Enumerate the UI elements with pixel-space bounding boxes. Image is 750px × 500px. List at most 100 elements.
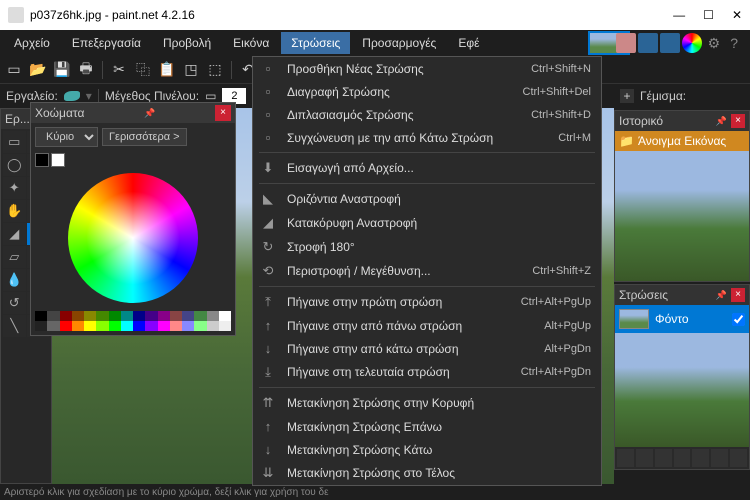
palette-swatch[interactable] [219, 321, 231, 331]
maximize-button[interactable]: ☐ [703, 8, 714, 22]
deselect-icon[interactable]: ⬚ [205, 60, 225, 80]
duplicate-layer-icon[interactable] [655, 449, 672, 467]
palette-swatch[interactable] [60, 311, 72, 321]
menu-item[interactable]: ▫Προσθήκη Νέας ΣτρώσηςCtrl+Shift+N [253, 57, 601, 80]
palette-swatch[interactable] [170, 311, 182, 321]
move-up-icon[interactable] [692, 449, 709, 467]
palette-swatch[interactable] [145, 321, 157, 331]
menu-Προσαρμογές[interactable]: Προσαρμογές [352, 32, 446, 54]
menu-item[interactable]: ⟲Περιστροφή / Μεγέθυνση...Ctrl+Shift+Z [253, 259, 601, 283]
menu-item[interactable]: ◢Κατακόρυφη Αναστροφή [253, 211, 601, 235]
layers-pin-icon[interactable]: 📌 [716, 290, 727, 301]
palette-swatch[interactable] [72, 321, 84, 331]
print-icon[interactable]: 🖶 [76, 60, 96, 80]
plus-icon[interactable]: + [620, 89, 634, 103]
palette-swatch[interactable] [207, 321, 219, 331]
more-button[interactable]: Γερισσότερα > [102, 128, 187, 146]
move-down-icon[interactable] [711, 449, 728, 467]
palette-swatch[interactable] [207, 311, 219, 321]
palette-swatch[interactable] [47, 321, 59, 331]
delete-layer-icon[interactable] [636, 449, 653, 467]
menu-Αρχείο[interactable]: Αρχείο [4, 32, 60, 54]
tool-picker[interactable]: 💧 [3, 269, 26, 291]
menu-item[interactable]: ▫Διπλασιασμός ΣτρώσηςCtrl+Shift+D [253, 103, 601, 126]
palette-swatch[interactable] [194, 321, 206, 331]
primary-color-swatch[interactable] [35, 153, 49, 167]
tool-recolor[interactable]: ↺ [3, 292, 26, 314]
tools-toggle-icon[interactable] [616, 33, 636, 53]
menu-item[interactable]: ▫Συγχώνευση με την από Κάτω ΣτρώσηCtrl+M [253, 126, 601, 149]
menu-item[interactable]: ⤒Πήγαινε στην πρώτη στρώσηCtrl+Alt+PgUp [253, 290, 601, 314]
palette-swatch[interactable] [35, 311, 47, 321]
menu-Επεξεργασία[interactable]: Επεξεργασία [62, 32, 151, 54]
tool-wand[interactable]: ✦ [3, 177, 26, 199]
layer-visibility-checkbox[interactable] [732, 313, 745, 326]
tool-gradient[interactable]: ◢ [3, 223, 26, 245]
tool-eraser[interactable]: ▱ [3, 246, 26, 268]
palette-swatch[interactable] [158, 311, 170, 321]
history-close[interactable]: × [731, 114, 745, 128]
tool-pan[interactable]: ✋ [3, 200, 26, 222]
color-mode-select[interactable]: Κύριο [35, 127, 98, 147]
colors-pin-icon[interactable]: 📌 [144, 108, 155, 119]
history-pin-icon[interactable]: 📌 [716, 116, 727, 127]
save-icon[interactable]: 💾 [52, 60, 72, 80]
palette-swatch[interactable] [96, 321, 108, 331]
layers-toggle-icon[interactable] [660, 33, 680, 53]
add-layer-icon[interactable] [617, 449, 634, 467]
layer-props-icon[interactable] [730, 449, 747, 467]
palette-swatch[interactable] [182, 321, 194, 331]
palette-swatch[interactable] [182, 311, 194, 321]
settings-icon[interactable]: ⚙ [708, 35, 721, 52]
palette-swatch[interactable] [109, 311, 121, 321]
menu-item[interactable]: ▫Διαγραφή ΣτρώσηςCtrl+Shift+Del [253, 80, 601, 103]
menu-item[interactable]: ⇊Μετακίνηση Στρώσης στο Τέλος [253, 461, 601, 485]
menu-Εικόνα[interactable]: Εικόνα [223, 32, 279, 54]
palette-swatch[interactable] [84, 321, 96, 331]
palette-swatch[interactable] [96, 311, 108, 321]
minimize-button[interactable]: — [673, 8, 685, 22]
tool-line[interactable]: ╲ [3, 315, 26, 337]
palette-swatch[interactable] [121, 321, 133, 331]
palette-swatch[interactable] [133, 321, 145, 331]
palette-swatch[interactable] [133, 311, 145, 321]
menu-item[interactable]: ↑Πήγαινε στην από πάνω στρώσηAlt+PgUp [253, 314, 601, 337]
cut-icon[interactable]: ✂ [109, 60, 129, 80]
palette-swatch[interactable] [72, 311, 84, 321]
menu-Στρώσεις[interactable]: Στρώσεις [281, 32, 350, 54]
palette-swatch[interactable] [35, 321, 47, 331]
menu-item[interactable]: ↓Μετακίνηση Στρώσης Κάτω [253, 438, 601, 461]
new-icon[interactable]: ▭ [4, 60, 24, 80]
palette-swatch[interactable] [194, 311, 206, 321]
palette-swatch[interactable] [170, 321, 182, 331]
palette-swatch[interactable] [121, 311, 133, 321]
tool-selector-icon[interactable] [64, 91, 80, 101]
menu-item[interactable]: ↓Πήγαινε στην από κάτω στρώσηAlt+PgDn [253, 337, 601, 360]
menu-item[interactable]: ⬇Εισαγωγή από Αρχείο... [253, 156, 601, 180]
open-icon[interactable]: 📂 [28, 60, 48, 80]
crop-icon[interactable]: ◳ [181, 60, 201, 80]
help-icon[interactable]: ? [730, 35, 738, 51]
paste-icon[interactable]: 📋 [157, 60, 177, 80]
menu-item[interactable]: ⤓Πήγαινε στη τελευταία στρώσηCtrl+Alt+Pg… [253, 360, 601, 384]
palette-swatch[interactable] [60, 321, 72, 331]
colors-toggle-icon[interactable] [682, 33, 702, 53]
menu-item[interactable]: ◣Οριζόντια Αναστροφή [253, 187, 601, 211]
secondary-color-swatch[interactable] [51, 153, 65, 167]
history-toggle-icon[interactable] [638, 33, 658, 53]
color-wheel[interactable] [68, 173, 198, 303]
color-palette[interactable] [31, 307, 235, 335]
tool-lasso[interactable]: ◯ [3, 154, 26, 176]
layers-close[interactable]: × [731, 288, 745, 302]
colors-close[interactable]: × [215, 105, 231, 121]
menu-item[interactable]: ↻Στροφή 180° [253, 235, 601, 259]
menu-item[interactable]: ⇈Μετακίνηση Στρώσης στην Κορυφή [253, 391, 601, 415]
history-item[interactable]: 📁Άνοιγμα Εικόνας [615, 131, 749, 151]
decrease-icon[interactable]: ▭ [205, 89, 216, 103]
close-button[interactable]: ✕ [732, 8, 742, 22]
menu-Προβολή[interactable]: Προβολή [153, 32, 221, 54]
merge-layer-icon[interactable] [674, 449, 691, 467]
layer-item[interactable]: Φόντο [615, 305, 749, 333]
palette-swatch[interactable] [219, 311, 231, 321]
menu-Εφέ[interactable]: Εφέ [448, 32, 489, 54]
